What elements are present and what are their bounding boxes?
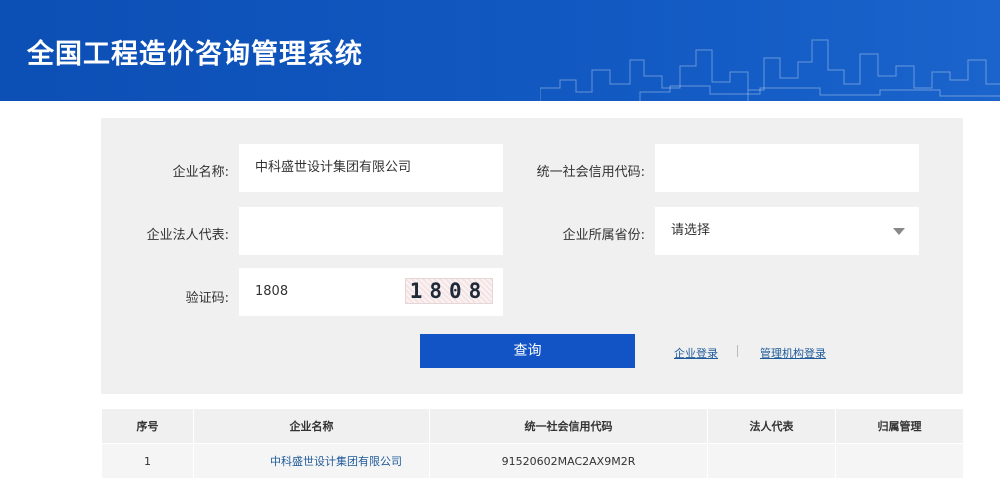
captcha-value: 1808 (255, 284, 289, 299)
col-header-company-name: 企业名称 (193, 408, 430, 444)
table-header-row: 序号 企业名称 统一社会信用代码 法人代表 归属管理 (101, 408, 964, 444)
col-header-legal-rep: 法人代表 (707, 408, 836, 444)
company-name-input[interactable]: 中科盛世设计集团有限公司 (239, 144, 503, 192)
system-title: 全国工程造价咨询管理系统 (27, 39, 363, 70)
enterprise-login-link[interactable]: 企业登录 (674, 345, 718, 361)
row-company-name-link[interactable]: 中科盛世设计集团有限公司 (193, 443, 430, 479)
company-name-value: 中科盛世设计集团有限公司 (255, 160, 412, 175)
row-index: 1 (101, 443, 194, 479)
captcha-label: 验证码: (185, 291, 229, 306)
link-divider (737, 345, 738, 357)
query-button[interactable]: 查询 (420, 334, 635, 368)
header-banner: 全国工程造价咨询管理系统 (0, 0, 1000, 101)
col-header-credit-code: 统一社会信用代码 (429, 408, 708, 444)
captcha-image[interactable]: 1808 (405, 278, 493, 304)
province-label: 企业所属省份: (562, 228, 645, 243)
results-table: 序号 企业名称 统一社会信用代码 法人代表 归属管理 1 中科盛世设计集团有限公… (101, 408, 964, 479)
row-legal-rep (707, 443, 836, 479)
province-selected-value: 请选择 (671, 223, 711, 238)
chevron-down-icon (893, 228, 905, 235)
row-management (835, 443, 964, 479)
credit-code-input[interactable] (655, 144, 919, 192)
legal-rep-label: 企业法人代表: (146, 228, 229, 243)
province-select[interactable]: 请选择 (655, 207, 919, 255)
admin-login-link[interactable]: 管理机构登录 (760, 345, 826, 361)
col-header-management: 归属管理 (835, 408, 964, 444)
city-skyline-decoration (540, 39, 1000, 101)
credit-code-label: 统一社会信用代码: (536, 165, 645, 180)
col-header-index: 序号 (101, 408, 194, 444)
legal-rep-input[interactable] (239, 207, 503, 255)
company-name-label: 企业名称: (172, 165, 229, 180)
table-row: 1 中科盛世设计集团有限公司 91520602MAC2AX9M2R (101, 443, 964, 479)
row-credit-code: 91520602MAC2AX9M2R (429, 443, 708, 479)
